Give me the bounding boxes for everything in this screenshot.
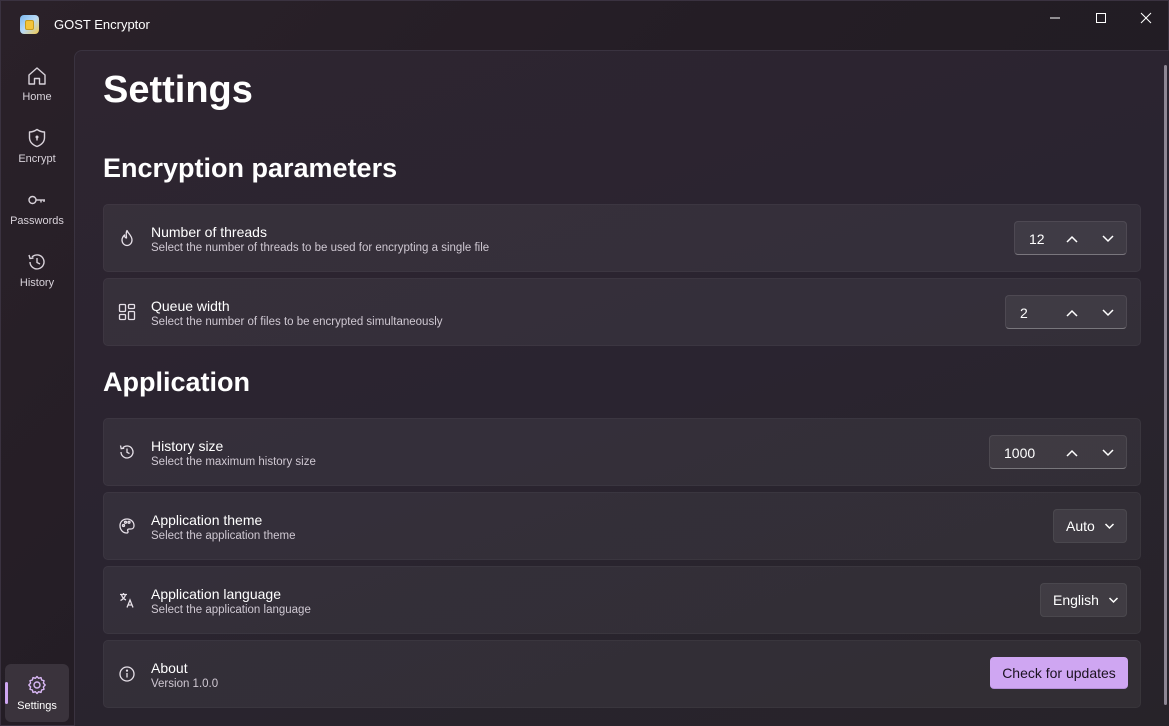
setting-card-threads: Number of threads Select the number of t… [103, 204, 1141, 272]
setting-description: Select the application theme [151, 530, 296, 542]
shield-icon [28, 128, 46, 148]
settings-page: Settings Encryption parameters Number of… [74, 50, 1169, 726]
setting-description: Select the number of threads to be used … [151, 242, 490, 254]
minimize-button[interactable] [1032, 1, 1078, 35]
vertical-scrollbar[interactable] [1164, 65, 1167, 705]
history-size-number-input[interactable]: 1000 [989, 435, 1127, 469]
section-title-application: Application [103, 367, 250, 397]
decrement-button[interactable] [1099, 304, 1117, 322]
close-button[interactable] [1123, 1, 1169, 35]
theme-selected-value: Auto [1066, 518, 1095, 534]
language-selected-value: English [1053, 592, 1099, 608]
section-title-encryption: Encryption parameters [103, 153, 398, 183]
chevron-down-icon [1102, 449, 1114, 457]
history-icon [28, 254, 45, 270]
maximize-button[interactable] [1078, 1, 1124, 35]
palette-icon [118, 517, 136, 535]
nav-item-settings[interactable]: Settings [5, 664, 69, 722]
nav-item-label: History [19, 277, 55, 289]
setting-description: Select the maximum history size [151, 456, 316, 468]
chevron-down-icon [1102, 235, 1114, 243]
theme-dropdown[interactable]: Auto [1053, 509, 1127, 543]
chevron-down-icon [1104, 523, 1114, 530]
selection-indicator [5, 682, 8, 704]
setting-title: Application theme [151, 512, 263, 528]
setting-title: Application language [151, 586, 281, 602]
queue-width-number-input[interactable]: 2 [1005, 295, 1127, 329]
version-text: Version 1.0.0 [151, 678, 219, 690]
check-for-updates-button[interactable]: Check for updates [990, 657, 1128, 689]
gear-icon [28, 675, 46, 695]
increment-button[interactable] [1063, 230, 1081, 248]
app-title: GOST Encryptor [54, 17, 150, 32]
navigation-sidebar: Home Encrypt Passwords History Settings [1, 49, 73, 726]
increment-button[interactable] [1063, 304, 1081, 322]
nav-item-label: Encrypt [18, 153, 56, 165]
setting-card-theme: Application theme Select the application… [103, 492, 1141, 560]
key-icon [28, 195, 45, 205]
setting-card-history-size: History size Select the maximum history … [103, 418, 1141, 486]
nav-item-label: Home [22, 91, 52, 103]
decrement-button[interactable] [1099, 230, 1117, 248]
nav-item-history[interactable]: History [5, 241, 69, 299]
history-icon [118, 443, 136, 461]
threads-number-input[interactable]: 12 [1014, 221, 1127, 255]
app-window: GOST Encryptor Home Encrypt Passwords Hi… [0, 0, 1169, 726]
app-logo-icon [20, 15, 39, 34]
nav-item-passwords[interactable]: Passwords [5, 179, 69, 237]
language-dropdown[interactable]: English [1040, 583, 1127, 617]
home-icon [28, 67, 46, 85]
increment-button[interactable] [1063, 444, 1081, 462]
chevron-up-icon [1066, 449, 1078, 457]
setting-card-language: Application language Select the applicat… [103, 566, 1141, 634]
history-size-value: 1000 [1004, 445, 1036, 461]
title-bar: GOST Encryptor [1, 1, 1168, 49]
minimize-icon [1050, 17, 1060, 19]
nav-item-encrypt[interactable]: Encrypt [5, 117, 69, 175]
chevron-down-icon [1108, 597, 1118, 604]
setting-card-queue-width: Queue width Select the number of files t… [103, 278, 1141, 346]
nav-item-home[interactable]: Home [5, 55, 69, 113]
setting-title: History size [151, 438, 224, 454]
language-icon [118, 591, 136, 609]
decrement-button[interactable] [1099, 444, 1117, 462]
setting-title: Number of threads [151, 224, 267, 240]
nav-item-label: Settings [17, 700, 57, 712]
chevron-down-icon [1102, 309, 1114, 317]
maximize-icon [1096, 13, 1106, 23]
setting-title: About [151, 660, 188, 676]
grid-icon [118, 303, 136, 321]
nav-item-label: Passwords [10, 215, 64, 227]
setting-description: Select the number of files to be encrypt… [151, 316, 443, 328]
setting-card-about: About Version 1.0.0 Check for updates [103, 640, 1141, 708]
chevron-up-icon [1066, 309, 1078, 317]
flame-icon [118, 229, 136, 247]
setting-description: Select the application language [151, 604, 311, 616]
queue-width-value: 2 [1020, 305, 1028, 321]
close-icon [1140, 12, 1152, 24]
page-title: Settings [103, 69, 253, 111]
chevron-up-icon [1066, 235, 1078, 243]
threads-value: 12 [1029, 231, 1045, 247]
info-icon [118, 665, 136, 683]
setting-title: Queue width [151, 298, 230, 314]
